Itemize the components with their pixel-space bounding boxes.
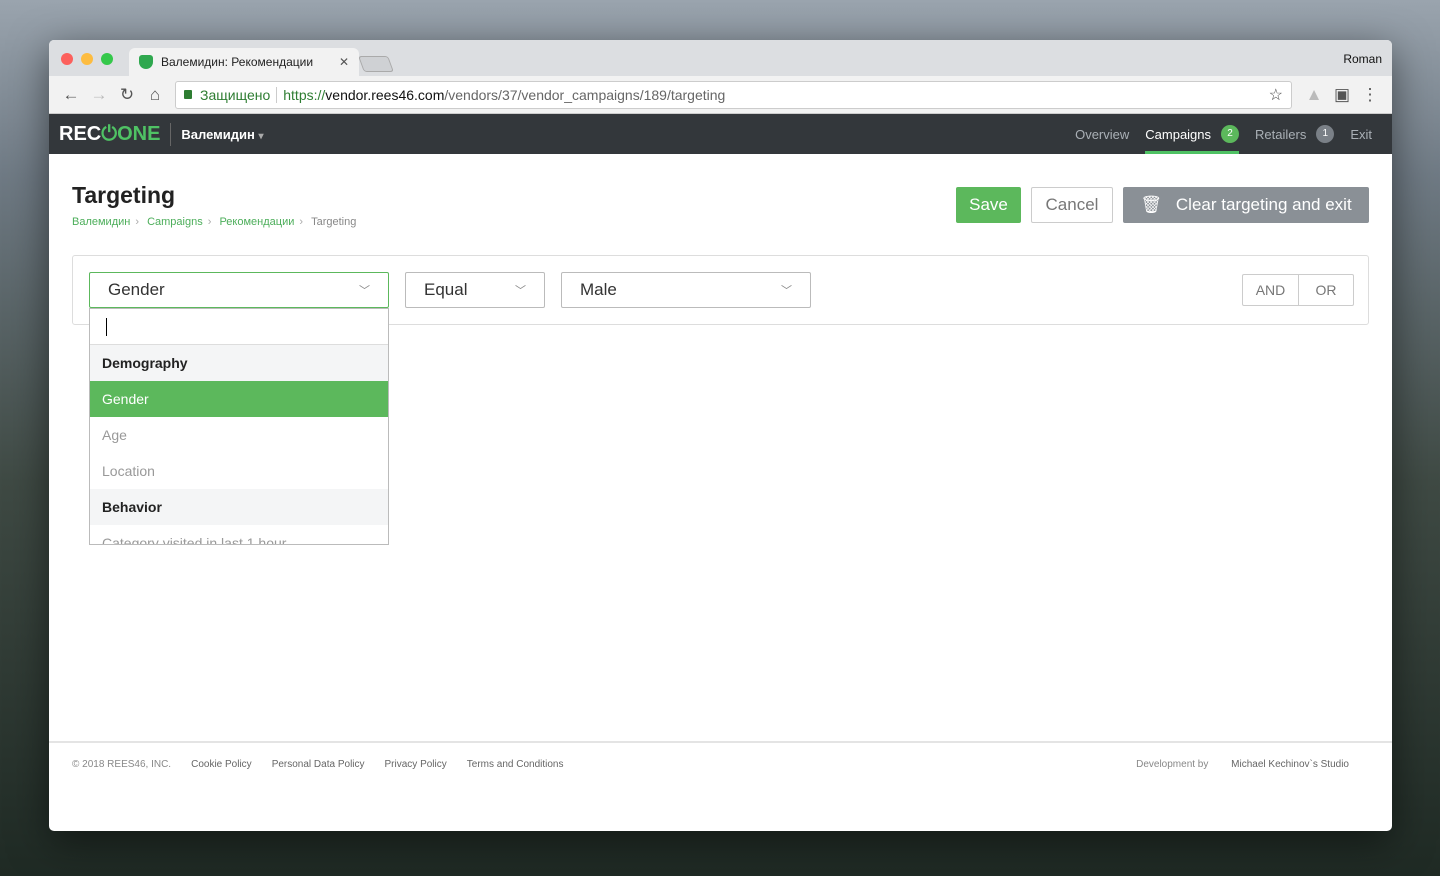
nav-overview[interactable]: Overview (1075, 114, 1129, 154)
home-icon[interactable]: ⌂ (141, 85, 169, 105)
group-behavior: Behavior (90, 489, 388, 525)
url-scheme: https:// (283, 86, 326, 103)
maximize-window-button[interactable] (101, 53, 113, 65)
bookmark-star-icon[interactable]: ☆ (1269, 85, 1283, 105)
breadcrumb-campaign[interactable]: Рекомендации (219, 216, 294, 228)
main-content: Targeting Валемидин › Campaigns › Рекоменд… (49, 154, 1392, 786)
breadcrumb: Валемидин › Campaigns › Рекомендации › Targ… (72, 216, 357, 228)
minimize-window-button[interactable] (81, 53, 93, 65)
chevron-down-icon: ﹀ (359, 285, 370, 297)
cancel-button[interactable]: Cancel (1031, 187, 1113, 223)
save-button[interactable]: Save (956, 187, 1021, 223)
chevron-down-icon: ▾ (258, 130, 264, 142)
option-category-visited[interactable]: Category visited in last 1 hour (90, 525, 388, 544)
url-input[interactable]: Защищено https://vendor.rees46.com/vendo… (175, 80, 1292, 109)
browser-window: Валемидин: Рекомендации ✕ Roman ← → ↻ ⌂ З… (49, 40, 1392, 831)
url-domain: vendor.rees46.com (325, 86, 445, 103)
drive-extension-icon[interactable]: ▲ (1300, 85, 1328, 105)
value-select[interactable]: Male ﹀ (561, 272, 811, 308)
forward-icon[interactable]: → (85, 85, 113, 105)
nav-campaigns[interactable]: Campaigns 2 (1145, 114, 1240, 154)
operator-select[interactable]: Equal ﹀ (405, 272, 545, 308)
footer-link[interactable]: Cookie Policy (191, 759, 252, 770)
reload-icon[interactable]: ↻ (113, 85, 141, 105)
back-icon[interactable]: ← (57, 85, 85, 105)
footer-link[interactable]: Privacy Policy (385, 759, 447, 770)
or-button[interactable]: OR (1298, 275, 1353, 305)
nav-exit[interactable]: Exit (1350, 114, 1372, 154)
tab-bar: Валемидин: Рекомендации ✕ Roman (49, 40, 1392, 76)
url-path: /vendors/37/vendor_campaigns/189/targeti… (444, 86, 726, 103)
trash-icon: 🗑 (1140, 195, 1162, 214)
option-gender[interactable]: Gender (90, 381, 388, 417)
campaigns-count-badge: 2 (1221, 125, 1240, 143)
new-tab-button[interactable] (358, 56, 394, 72)
footer-link[interactable]: Personal Data Policy (272, 759, 365, 770)
close-window-button[interactable] (61, 53, 73, 65)
lock-icon (184, 90, 192, 99)
page-title: Targeting (72, 182, 176, 208)
field-select[interactable]: Gender ﹀ (89, 272, 389, 308)
group-demography: Demography (90, 345, 388, 381)
footer: © 2018 REES46, INC. Cookie Policy Person… (49, 741, 1392, 786)
logo[interactable]: REC⏻ONE (59, 122, 172, 146)
extension-icon[interactable]: ▣ (1328, 85, 1356, 105)
breadcrumb-current: Targeting (311, 216, 357, 228)
tab-title: Валемидин: Рекомендации (161, 55, 314, 69)
address-bar-row: ← → ↻ ⌂ Защищено https://vendor.rees46.c… (49, 76, 1392, 114)
breadcrumb-account[interactable]: Валемидин (72, 216, 130, 228)
field-dropdown: Demography Gender Age Location Behavior … (89, 308, 389, 545)
footer-link[interactable]: Terms and Conditions (467, 759, 564, 770)
main-nav: Overview Campaigns 2 Retailers 1 Exit (1059, 114, 1372, 154)
browser-tab[interactable]: Валемидин: Рекомендации ✕ (129, 48, 359, 76)
dropdown-search-input[interactable] (90, 309, 388, 345)
option-age[interactable]: Age (90, 417, 388, 453)
retailers-count-badge: 1 (1316, 125, 1335, 143)
account-switcher[interactable]: Валемидин ▾ (181, 127, 263, 142)
shield-icon (139, 55, 153, 69)
chevron-down-icon: ﹀ (515, 285, 526, 297)
option-location[interactable]: Location (90, 453, 388, 489)
more-menu-icon[interactable]: ⋮ (1356, 85, 1384, 105)
profile-name[interactable]: Roman (1343, 52, 1382, 66)
developer-link[interactable]: Michael Kechinov`s Studio (1231, 759, 1349, 770)
security-label: Защищено (200, 86, 278, 103)
developer-credit: Development by Michael Kechinov`s Studio (1136, 759, 1349, 770)
chevron-down-icon: ﹀ (781, 285, 792, 297)
clear-targeting-button[interactable]: 🗑 Clear targeting and exit (1123, 187, 1369, 223)
breadcrumb-campaigns[interactable]: Campaigns (147, 216, 203, 228)
nav-retailers[interactable]: Retailers 1 (1255, 114, 1335, 154)
close-tab-icon[interactable]: ✕ (339, 55, 349, 69)
app-header: REC⏻ONE Валемидин ▾ Overview Campaigns 2 … (49, 114, 1392, 154)
logic-toggle: AND OR (1242, 274, 1354, 306)
and-button[interactable]: AND (1243, 275, 1298, 305)
copyright: © 2018 REES46, INC. (72, 759, 172, 770)
